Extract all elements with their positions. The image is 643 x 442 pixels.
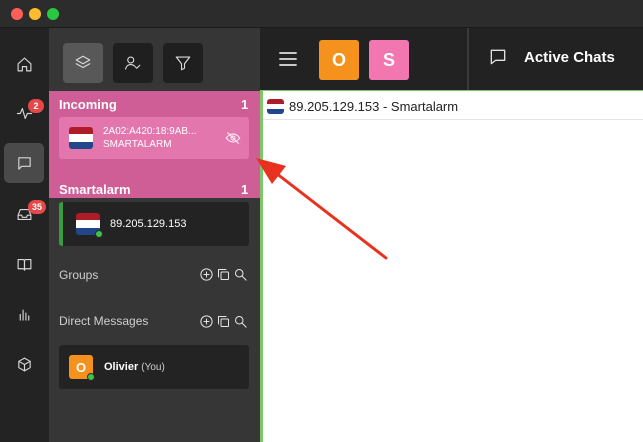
add-circle-icon[interactable] <box>199 267 214 282</box>
chat-sidebar: Incoming 1 2A02:A420:18:9AB... SMARTALAR… <box>49 28 260 442</box>
nav-home-button[interactable] <box>4 44 44 84</box>
direct-message-item[interactable]: O Olivier (You) <box>59 345 249 389</box>
smartalarm-chat-item[interactable]: 89.205.129.153 <box>59 202 249 246</box>
direct-messages-label: Direct Messages <box>59 314 149 328</box>
layers-icon <box>75 55 91 69</box>
groups-label: Groups <box>59 268 99 282</box>
dm-user-suffix: (You) <box>141 361 165 373</box>
groups-actions <box>199 267 248 282</box>
chat-bubble-icon <box>490 49 506 65</box>
online-status-dot <box>95 230 103 238</box>
search-icon[interactable] <box>233 314 248 329</box>
incoming-item-site: SMARTALARM <box>103 139 172 150</box>
window-close-button[interactable] <box>11 8 23 20</box>
chat-tab-divider <box>263 119 643 120</box>
filter-icon <box>175 56 191 71</box>
annotation-arrow <box>256 158 388 260</box>
active-chats-label: Active Chats <box>524 48 615 66</box>
chat-icon <box>17 156 31 170</box>
netherlands-flag-icon <box>69 127 93 149</box>
nav-reports-button[interactable] <box>4 294 44 334</box>
book-icon <box>17 258 31 271</box>
window-titlebar <box>0 0 643 28</box>
smartalarm-count: 1 <box>241 182 249 197</box>
operator-avatar-s[interactable]: S <box>369 40 409 80</box>
filter-button[interactable] <box>163 43 203 83</box>
window-zoom-button[interactable] <box>47 8 59 20</box>
incoming-item-address: 2A02:A420:18:9AB... <box>103 126 197 137</box>
operator-avatar-o[interactable]: O <box>319 40 359 80</box>
dm-user-name: Olivier <box>104 361 139 373</box>
home-icon <box>17 57 31 71</box>
nav-chats-button[interactable] <box>4 143 44 183</box>
direct-messages-actions <box>199 314 248 329</box>
copy-icon[interactable] <box>216 267 231 282</box>
nav-integrations-button[interactable] <box>4 344 44 384</box>
hamburger-menu-button[interactable] <box>278 50 298 68</box>
topbar-divider <box>467 28 469 90</box>
copy-icon[interactable] <box>216 314 231 329</box>
active-chats-button[interactable]: Active Chats <box>488 47 615 67</box>
add-circle-icon[interactable] <box>199 314 214 329</box>
incoming-count: 1 <box>241 97 249 112</box>
view-all-button[interactable] <box>63 43 103 83</box>
incoming-chat-item[interactable]: 2A02:A420:18:9AB... SMARTALARM <box>59 117 249 159</box>
cube-icon <box>17 357 31 371</box>
eye-off-icon[interactable] <box>225 130 241 146</box>
netherlands-flag-icon <box>267 99 284 114</box>
search-icon[interactable] <box>233 267 248 282</box>
activity-badge: 2 <box>28 99 44 113</box>
menu-icon <box>279 52 297 66</box>
chat-topbar: O S Active Chats <box>260 28 643 90</box>
inbox-badge: 35 <box>28 200 47 214</box>
chat-pane: 89.205.129.153 - Smartalarm <box>260 90 643 442</box>
online-status-dot <box>87 373 95 381</box>
nav-knowledge-button[interactable] <box>4 244 44 284</box>
assigned-to-me-button[interactable] <box>113 43 153 83</box>
nav-activity-button[interactable]: 2 <box>4 93 44 133</box>
window-minimize-button[interactable] <box>29 8 41 20</box>
incoming-title: Incoming <box>59 97 117 112</box>
chat-tab[interactable]: 89.205.129.153 - Smartalarm <box>267 99 458 114</box>
chat-tab-title: 89.205.129.153 - Smartalarm <box>289 99 459 114</box>
bar-chart-icon <box>19 309 29 321</box>
nav-inbox-button[interactable]: 35 <box>4 194 47 234</box>
smartalarm-title: Smartalarm <box>59 182 131 197</box>
nav-rail: 2 35 <box>0 28 49 442</box>
smartalarm-item-label: 89.205.129.153 <box>110 218 187 230</box>
user-check-icon <box>124 56 141 70</box>
